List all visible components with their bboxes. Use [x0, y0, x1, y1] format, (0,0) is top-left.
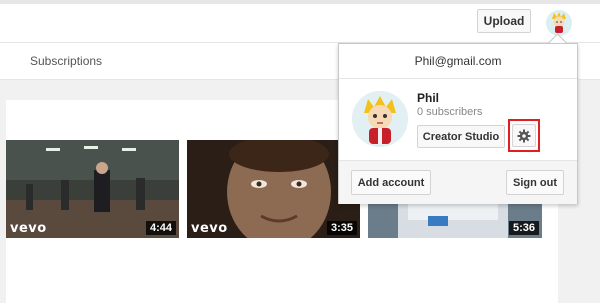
- profile-name: Phil: [417, 91, 440, 105]
- creator-studio-button[interactable]: Creator Studio: [417, 125, 505, 148]
- video-duration: 4:44: [145, 221, 176, 235]
- profile-avatar[interactable]: [352, 91, 408, 147]
- sign-out-button[interactable]: Sign out: [506, 170, 564, 195]
- account-email: Phil@gmail.com: [339, 44, 577, 79]
- vevo-logo: vevo: [191, 221, 228, 236]
- subscriber-count: 0 subscribers: [417, 106, 483, 118]
- upload-button[interactable]: Upload: [477, 9, 531, 33]
- video-thumbnail-2[interactable]: vevo 3:35: [187, 140, 360, 238]
- tab-subscriptions[interactable]: Subscriptions: [30, 54, 102, 68]
- video-duration: 5:36: [508, 221, 539, 235]
- avatar-icon: [352, 91, 408, 147]
- account-menu: Phil@gmail.com Phil 0 subscribers Creato…: [338, 43, 578, 204]
- video-thumbnail-1[interactable]: vevo 4:44: [6, 140, 179, 238]
- masthead: Upload: [0, 4, 600, 43]
- vevo-logo: vevo: [10, 221, 47, 236]
- avatar-icon: [546, 10, 572, 36]
- add-account-button[interactable]: Add account: [351, 170, 431, 195]
- gear-icon: [517, 129, 531, 142]
- account-menu-footer: Add account Sign out: [339, 160, 577, 204]
- account-avatar-button[interactable]: [546, 10, 572, 36]
- settings-button[interactable]: [512, 124, 536, 147]
- video-duration: 3:35: [326, 221, 357, 235]
